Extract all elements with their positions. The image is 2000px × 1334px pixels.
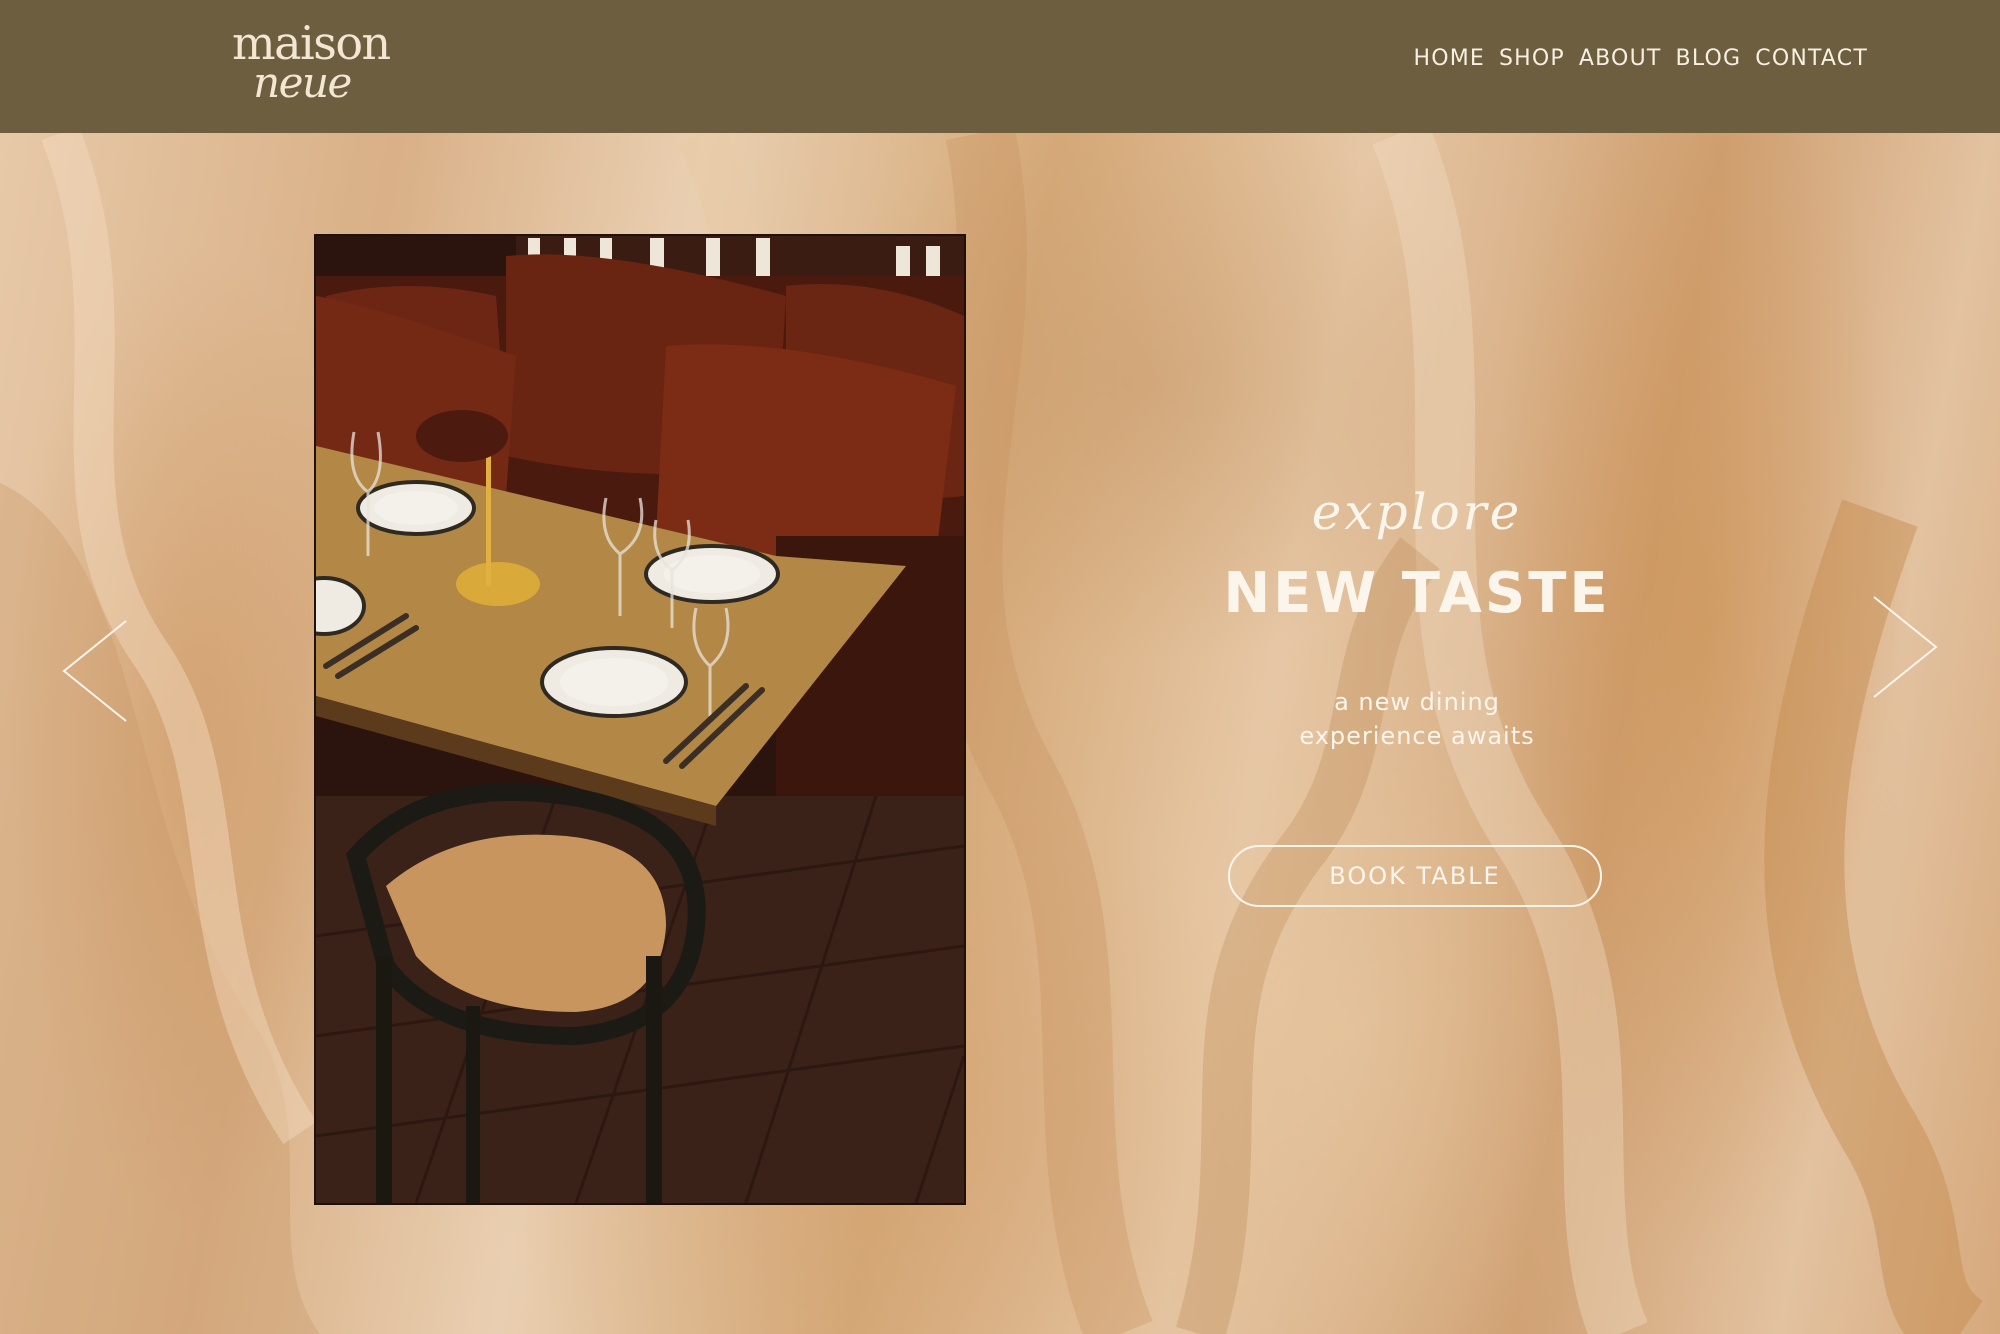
hero-subtitle: a new dining experience awaits [1217,685,1617,753]
hero-eyebrow: explore [1311,483,1523,541]
site-header: maison neue HOME SHOP ABOUT BLOG CONTACT [0,0,2000,133]
book-table-button[interactable]: BOOK TABLE [1228,845,1602,907]
hero-slider: explore NEW TASTE a new dining experienc… [0,133,2000,1334]
slider-next-button[interactable] [1870,595,1940,699]
nav-blog[interactable]: BLOG [1676,46,1742,71]
chevron-right-icon [1873,596,1938,698]
marble-background [0,133,1985,1334]
nav-home[interactable]: HOME [1413,46,1485,71]
hero-subtitle-line-1: a new dining [1334,688,1500,716]
restaurant-photo [314,234,966,1205]
slider-prev-button[interactable] [60,619,130,723]
hero-title: NEW TASTE [1223,561,1611,626]
restaurant-illustration [316,236,964,1203]
chevron-left-icon [62,620,127,722]
page: maison neue HOME SHOP ABOUT BLOG CONTACT [0,0,2000,1334]
site-logo[interactable]: maison neue [232,20,391,110]
hero-subtitle-line-2: experience awaits [1299,722,1535,750]
main-nav: HOME SHOP ABOUT BLOG CONTACT [1413,46,1868,71]
nav-contact[interactable]: CONTACT [1755,46,1868,71]
nav-about[interactable]: ABOUT [1579,46,1662,71]
nav-shop[interactable]: SHOP [1499,46,1565,71]
